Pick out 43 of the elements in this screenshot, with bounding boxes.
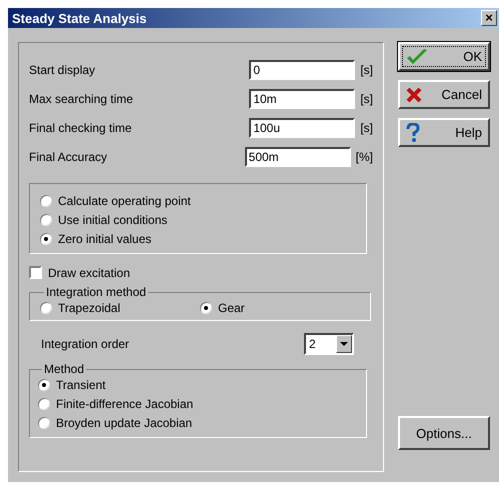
unit-label: [s] — [360, 120, 373, 134]
radio-option[interactable]: Gear — [200, 299, 360, 316]
radio-option[interactable]: Trapezoidal — [40, 299, 200, 316]
unit-label: [s] — [360, 62, 373, 76]
dropdown[interactable]: 2 — [304, 332, 354, 354]
radio-button[interactable] — [200, 302, 212, 314]
window-title: Steady State Analysis — [12, 10, 147, 26]
input-field[interactable]: 100u — [249, 118, 356, 138]
radio-button[interactable] — [38, 378, 50, 390]
field-label: Start display — [29, 62, 96, 76]
field-label: Final Accuracy — [29, 150, 108, 164]
checkmark-icon — [406, 48, 428, 66]
radio-button[interactable] — [38, 416, 50, 428]
radio-option[interactable]: Zero initial values — [40, 230, 356, 247]
radio-option[interactable]: Calculate operating point — [40, 192, 356, 209]
radio-option[interactable]: Broyden update Jacobian — [38, 414, 356, 431]
group-title: Integration method — [45, 285, 148, 299]
radio-option[interactable]: Transient — [38, 376, 356, 393]
cancel-button[interactable]: Cancel — [398, 80, 490, 109]
help-button[interactable]: Help — [398, 118, 490, 147]
input-field[interactable]: 0 — [249, 60, 356, 80]
radio-button[interactable] — [40, 194, 52, 206]
radio-button[interactable] — [40, 214, 52, 226]
radio-option[interactable]: Finite-difference Jacobian — [38, 395, 356, 412]
unit-label: [%] — [356, 150, 373, 164]
field-label: Max searching time — [29, 92, 134, 106]
input-field[interactable]: 500m — [244, 146, 351, 166]
checkbox[interactable] — [29, 266, 42, 279]
question-mark-icon — [406, 122, 420, 142]
options-button[interactable]: Options... — [398, 416, 490, 450]
radio-option[interactable]: Use initial conditions — [40, 211, 356, 228]
input-field[interactable]: 10m — [249, 88, 356, 108]
field-label: Final checking time — [29, 120, 133, 134]
radio-button[interactable] — [40, 302, 52, 314]
close-button[interactable]: × — [481, 10, 497, 26]
field-label: Integration order — [41, 336, 130, 350]
radio-button[interactable] — [40, 232, 52, 244]
unit-label: [s] — [360, 92, 373, 106]
ok-button[interactable]: OK — [398, 42, 490, 71]
radio-button[interactable] — [38, 398, 50, 410]
group-title: Method — [43, 362, 86, 376]
close-icon — [406, 86, 422, 102]
checkbox-option[interactable]: Draw excitation — [29, 264, 373, 281]
